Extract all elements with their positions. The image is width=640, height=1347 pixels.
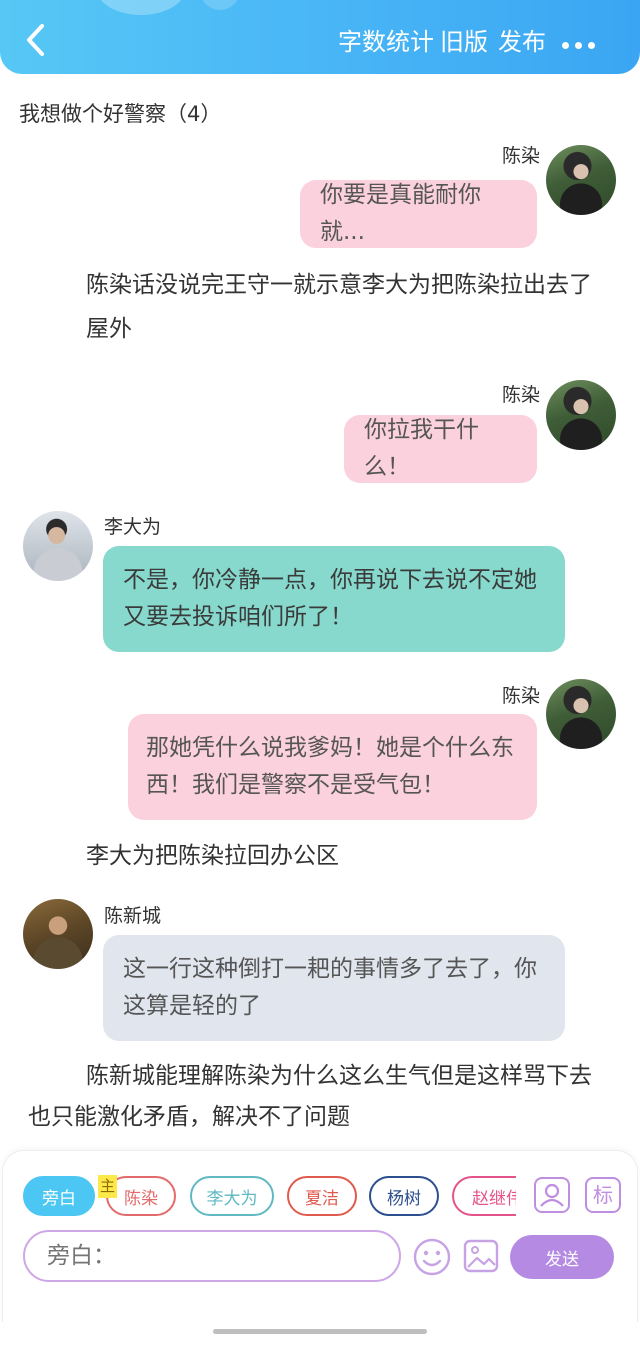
speaker-name: 陈新城	[104, 905, 162, 927]
main-role-tag: 主	[98, 1175, 117, 1198]
message-bubble[interactable]: 你拉我干什么！	[344, 415, 537, 483]
role-chip-lidawei[interactable]: 李大为	[190, 1176, 274, 1216]
message-text: 你要是真能耐你就...	[320, 182, 481, 245]
narration-text[interactable]: 陈染话没说完王守一就示意李大为把陈染拉出去了屋外	[86, 263, 606, 351]
header-decoration	[96, 0, 186, 15]
publish-button[interactable]: 发布	[498, 22, 546, 57]
message-bubble[interactable]: 那她凭什么说我爹妈！她是个什么东西！我们是警察不是受气包！	[128, 714, 537, 820]
send-button[interactable]: 发送	[510, 1235, 614, 1279]
speaker-name: 陈染	[502, 384, 541, 406]
message-bubble[interactable]: 你要是真能耐你就...	[300, 180, 537, 248]
message-text: 那她凭什么说我爹妈！她是个什么东西！我们是警察不是受气包！	[146, 735, 514, 798]
speaker-name: 陈染	[502, 145, 541, 164]
image-button[interactable]	[462, 1237, 500, 1275]
role-chip-xiajie[interactable]: 夏洁	[287, 1176, 357, 1216]
story-title: 我想做个好警察（4）	[19, 102, 222, 126]
avatar-chenran[interactable]	[546, 145, 616, 215]
message-text: 你拉我干什么！	[364, 417, 479, 480]
mark-button[interactable]: 标	[585, 1177, 621, 1213]
speaker-name: 李大为	[104, 516, 162, 538]
role-chip-narrator[interactable]: 旁白	[23, 1176, 95, 1216]
narration-text[interactable]: 陈新城能理解陈染为什么这么生气但是这样骂下去也只能激化矛盾，解决不了问题	[28, 1056, 608, 1138]
avatar-chenxincheng[interactable]	[23, 899, 93, 969]
speaker-name: 陈染	[502, 685, 541, 707]
message-text: 不是，你冷静一点，你再说下去说不定她又要去投诉咱们所了！	[123, 567, 537, 630]
top-bar: 字数统计 旧版 发布	[0, 0, 640, 74]
avatar-chenran[interactable]	[546, 679, 616, 749]
more-dot	[588, 42, 595, 49]
emoji-button[interactable]	[412, 1237, 452, 1277]
word-count-button[interactable]: 字数统计	[338, 22, 434, 57]
message-bubble[interactable]: 不是，你冷静一点，你再说下去说不定她又要去投诉咱们所了！	[103, 546, 565, 652]
narration-text[interactable]: 李大为把陈染拉回办公区	[86, 834, 606, 878]
avatar-lidawei[interactable]	[23, 511, 93, 581]
message-text: 这一行这种倒打一耙的事情多了去了，你这算是轻的了	[123, 956, 537, 1019]
more-dots-icon	[562, 42, 569, 49]
home-indicator[interactable]	[213, 1329, 427, 1334]
chevron-left-icon	[27, 24, 44, 56]
role-chip-yangshu[interactable]: 杨树	[369, 1176, 439, 1216]
more-dot	[575, 42, 582, 49]
back-button[interactable]	[18, 20, 52, 60]
role-chip-zhaojiwei[interactable]: 赵继伟	[452, 1176, 516, 1216]
header-decoration	[200, 0, 240, 10]
person-icon	[540, 1183, 564, 1207]
message-input[interactable]	[23, 1230, 401, 1282]
avatar-chenran[interactable]	[546, 380, 616, 450]
message-bubble[interactable]: 这一行这种倒打一耙的事情多了去了，你这算是轻的了	[103, 935, 565, 1041]
character-manage-button[interactable]	[534, 1177, 570, 1213]
image-icon	[463, 1239, 499, 1273]
more-button[interactable]	[562, 34, 602, 49]
smiley-icon	[413, 1238, 451, 1276]
old-version-button[interactable]: 旧版	[440, 22, 488, 57]
